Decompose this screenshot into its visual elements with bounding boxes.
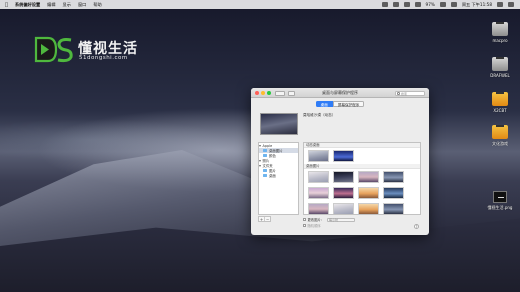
sidebar-item-desktop[interactable]: 桌面 [259,173,298,178]
wallpaper-thumbnail[interactable] [358,187,379,199]
watermark-logo: 懂视生活 51dongshi.com [34,36,144,66]
change-picture-row: 更改图片： 每小时 [303,217,355,222]
notification-center-icon[interactable] [508,2,514,7]
wallpaper-browser: 动态桌面 桌面图片 [303,142,421,215]
image-file-icon [493,191,507,203]
sidebar-tools: + − [258,216,271,222]
wallpaper-thumbnail[interactable] [308,171,329,183]
tab-screensaver[interactable]: 屏幕保护程序 [332,101,365,107]
help-button[interactable]: ? [414,224,419,229]
random-order-row: 随机顺序 [303,223,321,228]
logo-url: 51dongshi.com [79,55,128,61]
change-picture-checkbox[interactable] [303,218,306,221]
folder-icon [263,154,267,157]
desktop-screensaver-window: 桌面与屏幕保护程序 搜索 桌面 屏幕保护程序 莫哈维沙漠（动态） Apple 桌… [251,88,429,235]
wifi-icon[interactable] [439,2,446,7]
external-drive-icon [492,125,508,139]
folder-icon [263,169,267,172]
disclosure-triangle-icon[interactable] [259,159,261,162]
interval-select[interactable]: 每小时 [326,217,355,222]
desktop-disk-x2cbt[interactable]: X2CBT [482,82,518,113]
menu-extras: 97% 周五 下午11:58 [381,0,514,9]
status-icon-2[interactable] [392,2,399,7]
remove-folder-button[interactable]: − [265,217,270,222]
search-icon [397,92,400,95]
search-placeholder: 搜索 [401,91,408,96]
wallpaper-thumbnail[interactable] [383,171,404,183]
options-area: 更改图片： 每小时 随机顺序 ? [303,217,421,231]
menu-window[interactable]: 窗口 [78,2,86,8]
disclosure-triangle-icon[interactable] [259,144,261,147]
tab-desktop[interactable]: 桌面 [315,101,333,107]
wallpaper-thumbnail[interactable] [358,171,379,183]
menu-help[interactable]: 帮助 [93,2,101,8]
desktop-disk-culture[interactable]: 文化游戏 [482,115,518,147]
disclosure-triangle-icon[interactable] [259,164,261,167]
bluetooth-icon[interactable] [414,2,421,7]
wallpaper-thumbnail[interactable] [308,187,329,199]
battery-percent[interactable]: 97% [426,2,435,7]
menu-view[interactable]: 显示 [63,2,71,8]
desktop-disk-drafwel[interactable]: DRAFWEL [482,47,518,78]
wallpaper-thumbnail[interactable] [333,187,354,199]
change-picture-label: 更改图片： [307,218,324,222]
folder-icon [263,174,267,177]
menu-bar:  系统偏好设置 编辑 显示 窗口 帮助 97% 周五 下午11:58 [0,0,520,9]
tab-bar: 桌面 屏幕保护程序 [251,101,429,107]
menu-app-name[interactable]: 系统偏好设置 [15,2,40,8]
window-titlebar[interactable]: 桌面与屏幕保护程序 搜索 [251,88,429,98]
status-icon-3[interactable] [403,2,410,7]
hard-drive-icon [492,57,508,71]
desktop-file-png[interactable]: 懂视生活.png [482,191,518,211]
external-drive-icon [492,92,508,106]
random-order-label: 随机顺序 [307,224,321,228]
wallpaper-thumbnail[interactable] [333,171,354,183]
spotlight-icon[interactable] [497,2,503,7]
wallpaper-thumbnail[interactable] [358,203,379,214]
menu-clock[interactable]: 周五 下午11:58 [462,2,492,8]
source-list: Apple 桌面图片 颜色 照片 文件夹 图片 桌面 [258,142,299,215]
picture-thumbnails-row-2 [304,185,420,201]
menu-edit[interactable]: 编辑 [47,2,55,8]
wallpaper-thumbnail[interactable] [333,203,354,214]
dynamic-thumbnails [304,148,420,164]
input-source-icon[interactable] [450,2,457,7]
status-icon-1[interactable] [381,2,388,7]
wallpaper-thumbnail[interactable] [308,150,329,162]
search-input[interactable]: 搜索 [395,90,425,96]
apple-menu-icon[interactable]:  [5,2,8,8]
picture-thumbnails-row-1 [304,169,420,185]
logo-mark-icon [34,36,73,63]
hard-drive-icon [492,22,508,36]
wallpaper-thumbnail[interactable] [383,203,404,214]
random-order-checkbox[interactable] [303,224,306,227]
wallpaper-thumbnail[interactable] [308,203,329,214]
desktop-disk-macpro[interactable]: macpro [482,12,518,43]
picture-thumbnails-row-3 [304,201,420,214]
wallpaper-thumbnail[interactable] [383,187,404,199]
current-wallpaper-preview [260,113,298,135]
current-wallpaper-name: 莫哈维沙漠（动态） [303,113,336,117]
wallpaper-thumbnail[interactable] [333,150,354,162]
folder-icon [263,149,267,152]
